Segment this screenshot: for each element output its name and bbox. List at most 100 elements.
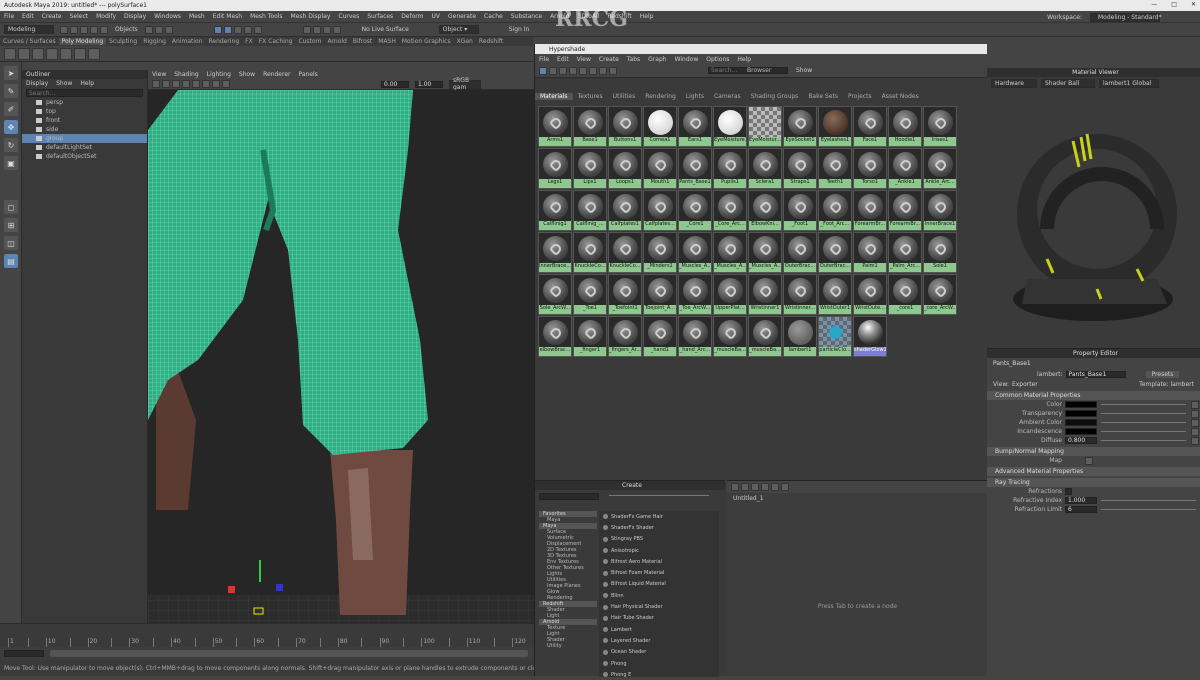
- camera-icon[interactable]: [152, 80, 160, 88]
- viewport-menu-show[interactable]: Show: [235, 71, 259, 78]
- hs-tab-asset-nodes[interactable]: Asset Nodes: [877, 93, 924, 100]
- material-swatch[interactable]: Ankle_Arc...: [923, 148, 957, 189]
- gizmo-x-handle[interactable]: [228, 586, 235, 593]
- material-swatch[interactable]: _Muscles_A...: [713, 232, 747, 273]
- hs-list-icon[interactable]: [559, 66, 567, 75]
- shelf-cube-icon[interactable]: [4, 47, 16, 60]
- material-swatch[interactable]: UpperPlat...: [713, 274, 747, 315]
- material-swatch[interactable]: _Toe_ArcW...: [678, 274, 712, 315]
- shelf-tab-6[interactable]: FX: [242, 38, 256, 45]
- material-swatch[interactable]: _Core_Arc...: [713, 190, 747, 231]
- create-node-item[interactable]: ShaderFx Game Hair: [599, 511, 719, 522]
- render-icon[interactable]: [312, 25, 321, 34]
- material-swatch[interactable]: shaderGlow1: [853, 316, 887, 357]
- hs-menu-create[interactable]: Create: [595, 56, 623, 63]
- material-swatch[interactable]: Buttons1: [608, 106, 642, 147]
- shape-dropdown[interactable]: Shader Ball: [1041, 78, 1095, 88]
- hs-tree-icon[interactable]: [589, 66, 597, 75]
- material-swatch[interactable]: EyeMoisture1: [713, 106, 747, 147]
- material-swatch[interactable]: Wristinner1: [748, 274, 782, 315]
- material-swatch[interactable]: Calflinig1: [538, 190, 572, 231]
- gamma-field[interactable]: 1.00: [415, 80, 443, 88]
- viewport-menu-renderer[interactable]: Renderer: [259, 71, 294, 78]
- hs-menu-tabs[interactable]: Tabs: [623, 56, 644, 63]
- create-tree-item[interactable]: Utility: [539, 643, 597, 649]
- hs-menu-help[interactable]: Help: [733, 56, 755, 63]
- snap-grid-icon[interactable]: [213, 25, 222, 34]
- material-swatch[interactable]: _Ankle1: [888, 148, 922, 189]
- menu-display[interactable]: Display: [120, 13, 150, 20]
- maximize-button[interactable]: □: [1171, 1, 1177, 8]
- scale-tool-icon[interactable]: ▣: [4, 156, 18, 170]
- shelf-tab-2[interactable]: Sculpting: [106, 38, 140, 45]
- snap-point-icon[interactable]: [233, 25, 242, 34]
- outliner-item[interactable]: defaultLightSet: [22, 143, 147, 152]
- hs-filter-icon[interactable]: [579, 66, 587, 75]
- material-swatch[interactable]: _core_ArcW...: [923, 274, 957, 315]
- hs-tab-bake-sets[interactable]: Bake Sets: [803, 93, 843, 100]
- attr-slider[interactable]: [1101, 404, 1186, 405]
- section-advanced[interactable]: Advanced Material Properties: [987, 467, 1200, 476]
- shelf-tab-14[interactable]: Redshift: [476, 38, 506, 45]
- isolate-icon[interactable]: [212, 80, 220, 88]
- outliner-menu-show[interactable]: Show: [52, 80, 76, 87]
- menu-edit[interactable]: Edit: [18, 13, 38, 20]
- material-swatch[interactable]: Arms1: [538, 106, 572, 147]
- menu-mesh-display[interactable]: Mesh Display: [287, 13, 335, 20]
- hs-tab-lights[interactable]: Lights: [681, 93, 709, 100]
- viewport-menu-panels[interactable]: Panels: [294, 71, 321, 78]
- material-swatch[interactable]: _hand_Arc...: [678, 316, 712, 357]
- material-swatch[interactable]: Straps1: [783, 148, 817, 189]
- object-field[interactable]: Object ▾: [438, 25, 479, 34]
- hs-show-button[interactable]: Show: [796, 67, 812, 74]
- move-tool-icon[interactable]: ✥: [4, 120, 18, 134]
- shelf-tab-1[interactable]: Poly Modeling: [58, 38, 107, 45]
- material-swatch[interactable]: OuterBrac...: [783, 232, 817, 273]
- menu-edit-mesh[interactable]: Edit Mesh: [209, 13, 246, 20]
- material-swatch[interactable]: Wristinner...: [783, 274, 817, 315]
- create-node-item[interactable]: Layered Shader: [599, 635, 719, 646]
- material-swatch[interactable]: Ears1: [678, 106, 712, 147]
- view-value[interactable]: Exporter: [1012, 381, 1038, 388]
- lights-icon[interactable]: [192, 80, 200, 88]
- hs-menu-options[interactable]: Options: [702, 56, 733, 63]
- shelf-torus-icon[interactable]: [60, 47, 72, 60]
- shelf-cylinder-icon[interactable]: [32, 47, 44, 60]
- shelf-tab-7[interactable]: FX Caching: [256, 38, 296, 45]
- outliner-search[interactable]: Search...: [26, 89, 143, 97]
- attr-slider[interactable]: [1101, 413, 1186, 414]
- history-icon[interactable]: [302, 25, 311, 34]
- menu-mesh-tools[interactable]: Mesh Tools: [246, 13, 286, 20]
- viewport-menu-lighting[interactable]: Lighting: [203, 71, 235, 78]
- minimize-button[interactable]: —: [1151, 1, 1157, 8]
- gizmo-z-handle[interactable]: [276, 584, 283, 591]
- material-swatch[interactable]: WristOute...: [853, 274, 887, 315]
- live-surface-label[interactable]: No Live Surface: [362, 26, 409, 33]
- bump-map-button[interactable]: [1085, 456, 1093, 465]
- shelf-plane-icon[interactable]: [46, 47, 58, 60]
- create-node-item[interactable]: ShaderFx Shader: [599, 522, 719, 533]
- graph-snapshot-icon[interactable]: [781, 483, 789, 491]
- graph-layout-icon[interactable]: [771, 483, 779, 491]
- section-bump[interactable]: Bump/Normal Mapping: [987, 447, 1200, 456]
- shelf-tab-5[interactable]: Rendering: [206, 38, 243, 45]
- material-swatch[interactable]: ForearmBr...: [853, 190, 887, 231]
- ipr-icon[interactable]: [322, 25, 331, 34]
- objects-label[interactable]: Objects: [115, 26, 138, 33]
- attr-value-field[interactable]: [1065, 410, 1097, 417]
- material-swatch[interactable]: InnerBrace1: [923, 190, 957, 231]
- material-swatch[interactable]: WristOuter1: [818, 274, 852, 315]
- hs-tab-rendering[interactable]: Rendering: [640, 93, 681, 100]
- map-button-icon[interactable]: [1191, 409, 1199, 418]
- layout-four-icon[interactable]: ⊞: [4, 218, 18, 232]
- menu-help[interactable]: Help: [636, 13, 658, 20]
- graph-output-icon[interactable]: [751, 483, 759, 491]
- material-swatch[interactable]: Irises1: [923, 106, 957, 147]
- material-swatch[interactable]: _Muscles_A...: [748, 232, 782, 273]
- shelf-tab-8[interactable]: Custom: [295, 38, 324, 45]
- hs-menu-view[interactable]: View: [573, 56, 595, 63]
- graph-input-icon[interactable]: [741, 483, 749, 491]
- new-scene-icon[interactable]: [60, 25, 68, 34]
- material-swatch[interactable]: _finger1: [573, 316, 607, 357]
- menu-select[interactable]: Select: [66, 13, 93, 20]
